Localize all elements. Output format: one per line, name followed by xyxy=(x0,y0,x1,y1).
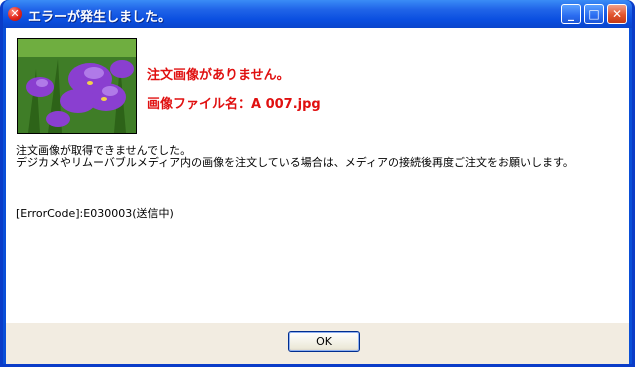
no-order-image-headline: 注文画像がありません。 xyxy=(147,68,290,83)
order-image-thumbnail xyxy=(17,38,137,134)
title-bar[interactable]: ✕ エラーが発生しました。 _ □ ✕ xyxy=(3,0,632,28)
close-icon: ✕ xyxy=(611,7,623,21)
message-line-2: デジカメやリムーバブルメディア内の画像を注文している場合は、メディアの接続後再度… xyxy=(16,156,574,169)
error-message: 注文画像が取得できませんでした。 デジカメやリムーバブルメディア内の画像を注文し… xyxy=(16,145,574,169)
error-dialog-window: ✕ エラーが発生しました。 _ □ ✕ 注文画像がありません。 画像ファイル名：… xyxy=(0,0,635,367)
window-title: エラーが発生しました。 xyxy=(28,10,172,25)
error-x-icon: ✕ xyxy=(8,7,22,21)
minimize-button[interactable]: _ xyxy=(561,4,581,24)
dialog-footer: OK xyxy=(6,323,629,364)
maximize-button[interactable]: □ xyxy=(584,4,604,24)
image-filename-label: 画像ファイル名：A 007.jpg xyxy=(147,97,321,112)
maximize-icon: □ xyxy=(588,7,600,21)
purple-iris-flowers-photo xyxy=(18,39,136,133)
close-button[interactable]: ✕ xyxy=(607,4,627,24)
minimize-icon: _ xyxy=(568,7,574,21)
dialog-body: 注文画像がありません。 画像ファイル名：A 007.jpg 注文画像が取得できま… xyxy=(6,28,629,364)
error-code: [ErrorCode]:E030003(送信中) xyxy=(16,207,174,220)
ok-button[interactable]: OK xyxy=(288,331,360,352)
